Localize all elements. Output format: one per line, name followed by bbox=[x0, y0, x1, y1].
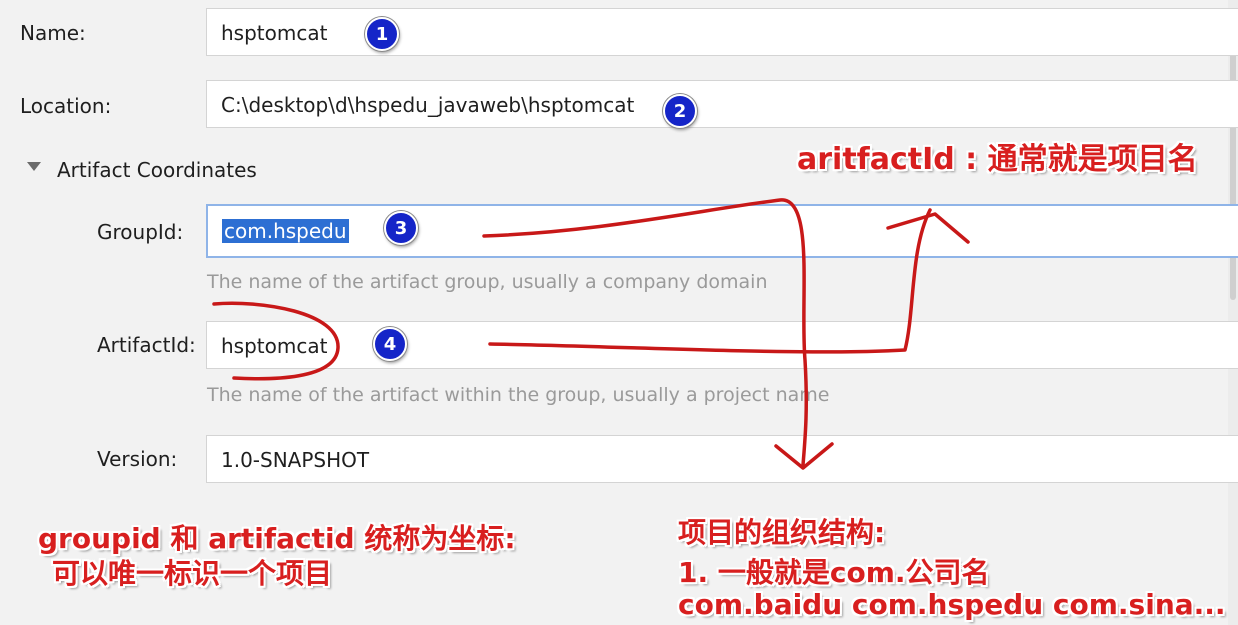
location-field-value: C:\desktop\d\hspedu_javaweb\hsptomcat bbox=[221, 93, 635, 117]
name-label: Name: bbox=[20, 21, 86, 45]
artifactid-field[interactable]: hsptomcat bbox=[206, 321, 1238, 369]
structure-title: 项目的组织结构: bbox=[678, 516, 886, 549]
groupid-label: GroupId: bbox=[97, 220, 184, 244]
location-field[interactable]: C:\desktop\d\hspedu_javaweb\hsptomcat bbox=[206, 80, 1238, 128]
name-field-value: hsptomcat bbox=[221, 21, 328, 45]
location-label: Location: bbox=[20, 94, 112, 118]
artifact-coordinates-header[interactable]: Artifact Coordinates bbox=[57, 158, 257, 182]
version-label: Version: bbox=[97, 447, 178, 471]
groupid-selected-value: com.hspedu bbox=[222, 219, 349, 243]
collapse-triangle-icon[interactable] bbox=[27, 162, 41, 171]
step-badge-2: 2 bbox=[663, 94, 697, 128]
artifactid-hint: The name of the artifact within the grou… bbox=[207, 384, 830, 406]
step-badge-3: 3 bbox=[384, 211, 418, 245]
coordinate-note-line1: groupid 和 artifactid 统称为坐标: bbox=[38, 522, 516, 555]
groupid-hint: The name of the artifact group, usually … bbox=[207, 271, 768, 293]
artifactid-field-value: hsptomcat bbox=[221, 334, 328, 358]
coordinate-note-line2: 可以唯一标识一个项目 bbox=[52, 557, 333, 590]
artifactid-note: aritfactId : 通常就是项目名 bbox=[797, 142, 1198, 177]
step-badge-4: 4 bbox=[373, 327, 407, 361]
groupid-field[interactable]: com.hspedu bbox=[206, 204, 1238, 258]
step-badge-1: 1 bbox=[365, 17, 399, 51]
structure-line2: com.baidu com.hspedu com.sina... bbox=[678, 588, 1226, 621]
version-field[interactable]: 1.0-SNAPSHOT bbox=[206, 435, 1238, 483]
structure-line1: 1. 一般就是com.公司名 bbox=[678, 556, 990, 589]
name-field[interactable]: hsptomcat bbox=[206, 8, 1238, 56]
version-field-value: 1.0-SNAPSHOT bbox=[221, 448, 370, 472]
artifactid-label: ArtifactId: bbox=[97, 333, 196, 357]
